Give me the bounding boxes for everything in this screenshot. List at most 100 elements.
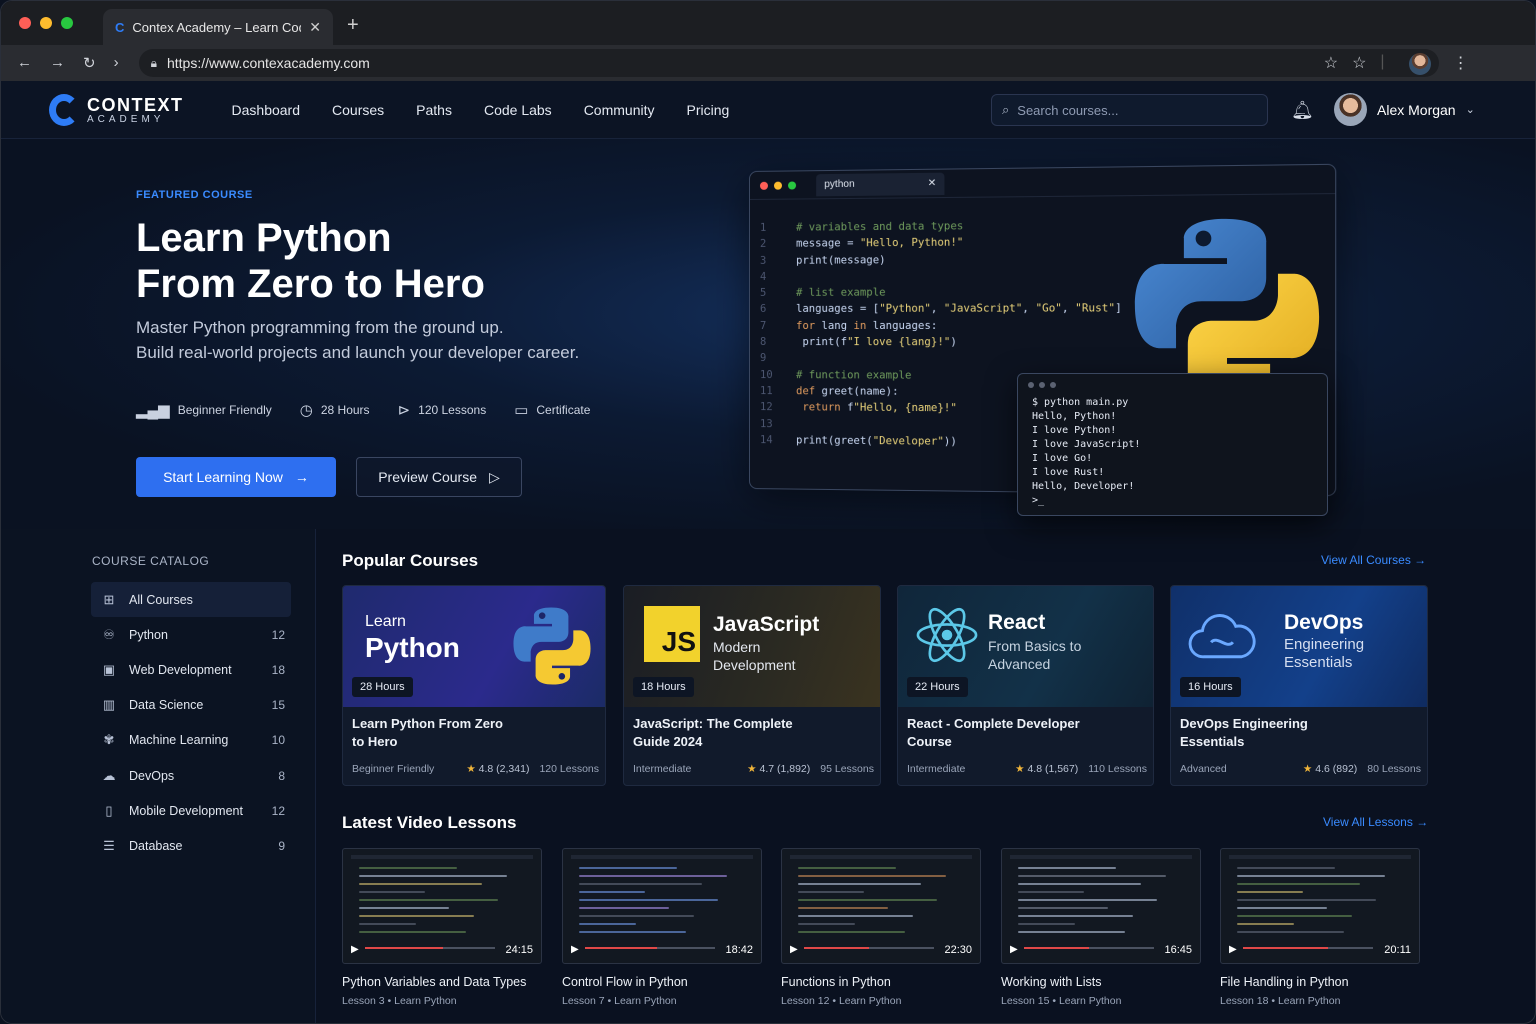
play-icon[interactable]: ▶ [571, 944, 579, 955]
sidebar-item-machine-learning[interactable]: ✾ Machine Learning 10 [91, 723, 291, 758]
sidebar-item-database[interactable]: ☰ Database 9 [91, 828, 291, 863]
clock-icon: ◷ [299, 402, 313, 419]
video-progress-bar[interactable] [585, 947, 715, 949]
play-icon[interactable]: ▶ [790, 944, 798, 955]
catalog-title: COURSE CATALOG [92, 554, 210, 568]
profile-avatar[interactable] [1408, 53, 1431, 75]
maximize-window-button[interactable] [61, 17, 73, 29]
sidebar-item-python[interactable]: ♾ Python 12 [91, 617, 291, 652]
hero-subtitle: Master Python programming from the groun… [136, 315, 656, 365]
close-tab-icon[interactable]: ✕ [309, 19, 321, 36]
nav-code-labs[interactable]: Code Labs [484, 102, 552, 118]
preview-line [1237, 867, 1336, 869]
nav-dashboard[interactable]: Dashboard [232, 102, 301, 118]
sidebar-item-count: 15 [271, 698, 285, 713]
sidebar-item-mobile-development[interactable]: ▯ Mobile Development 12 [91, 793, 291, 828]
nav-pricing[interactable]: Pricing [686, 102, 729, 118]
user-menu[interactable]: Alex Morgan ⌄ [1334, 93, 1475, 126]
preview-course-button[interactable]: Preview Course ▷ [356, 457, 522, 497]
video-thumbnail[interactable]: ▶ 22:30 [781, 848, 981, 964]
bookmarks-icon[interactable]: ☆ [1352, 53, 1366, 75]
course-lessons: 120 Lessons [539, 763, 599, 775]
video-progress-bar[interactable] [365, 947, 495, 949]
course-rating: ★ 4.8 (2,341) [466, 763, 529, 775]
course-card-devops[interactable]: DevOps Engineering Essentials 16 Hours D… [1170, 585, 1428, 786]
feature-label: Beginner Friendly [177, 403, 272, 417]
video-card[interactable]: ▶ 24:15 Python Variables and Data Types Les… [342, 848, 542, 1007]
sidebar-item-all-courses[interactable]: ⊞ All Courses [91, 582, 291, 618]
video-window-bar [351, 855, 533, 859]
nav-community[interactable]: Community [584, 102, 655, 118]
video-thumbnail[interactable]: ▶ 18:42 [562, 848, 762, 964]
more-menu-icon[interactable]: ⋮ [1453, 53, 1469, 73]
sidebar-item-data-science[interactable]: ▥ Data Science 15 [91, 688, 291, 723]
nav-courses[interactable]: Courses [332, 102, 384, 118]
bookmark-star-icon[interactable]: ☆ [1324, 53, 1338, 75]
preview-line [1237, 907, 1328, 909]
view-all-lessons-link[interactable]: View All Lessons → [1323, 815, 1428, 829]
video-subtitle: Lesson 7 • Learn Python [562, 995, 677, 1007]
video-thumbnail[interactable]: ▶ 24:15 [342, 848, 542, 964]
video-card[interactable]: ▶ 20:11 File Handling in Python Lesson 18 •… [1220, 848, 1420, 1007]
new-tab-button[interactable]: + [347, 14, 359, 37]
preview-line [798, 891, 864, 893]
play-icon[interactable]: ▶ [351, 944, 359, 955]
sidebar-item-label: All Courses [129, 592, 193, 607]
nav-paths[interactable]: Paths [416, 102, 452, 118]
video-title[interactable]: Python Variables and Data Types [342, 975, 542, 989]
minimize-window-button[interactable] [40, 17, 52, 29]
sidebar-item-devops[interactable]: ☁ DevOps 8 [91, 758, 291, 793]
chevron-right-icon[interactable]: › [114, 54, 119, 72]
browser-tab-bar: C Contex Academy – Learn Codin ✕ + [1, 1, 1535, 45]
close-window-button[interactable] [19, 17, 31, 29]
course-thumb: Learn Python 28 Hours [343, 586, 605, 707]
video-title[interactable]: Control Flow in Python [562, 975, 762, 989]
video-thumbnail[interactable]: ▶ 16:45 [1001, 848, 1201, 964]
video-thumbnail[interactable]: ▶ 20:11 [1220, 848, 1420, 964]
search-input[interactable] [1017, 102, 1238, 118]
course-card-javascript[interactable]: JS JavaScript Modern Development 18 Hour… [623, 585, 881, 786]
play-icon[interactable]: ▶ [1229, 944, 1237, 955]
view-all-courses-link[interactable]: View All Courses → [1321, 553, 1426, 567]
video-subtitle: Lesson 18 • Learn Python [1220, 995, 1341, 1007]
code-line: 8 print(f"I love {lang}!") [759, 336, 957, 349]
video-title[interactable]: File Handling in Python [1220, 975, 1420, 989]
thumb-line2: From Basics to Advanced [988, 638, 1082, 672]
course-level: Intermediate [907, 763, 966, 775]
address-bar[interactable]: 🔒︎ https://www.contexacademy.com ☆ ☆ | [138, 49, 1439, 77]
python-icon: ♾ [103, 626, 115, 642]
preview-line [579, 883, 702, 885]
search-icon: ⌕ [1002, 102, 1010, 117]
back-icon[interactable]: ← [17, 54, 32, 72]
preview-line [798, 915, 913, 917]
feature-level: ▂▄▆ Beginner Friendly [136, 401, 272, 419]
video-progress-bar[interactable] [1243, 947, 1373, 949]
code-line: 7 for lang in languages: [759, 319, 938, 332]
hero-features: ▂▄▆ Beginner Friendly ◷ 28 Hours ⊳ 120 Less… [136, 401, 590, 419]
course-card-python[interactable]: Learn Python 28 Hours Learn Python From … [342, 585, 606, 786]
video-progress-fill [1243, 947, 1328, 949]
bar-chart-icon: ▥ [102, 697, 116, 713]
editor-tab[interactable]: python ✕ [816, 172, 945, 196]
video-card[interactable]: ▶ 16:45 Working with Lists Lesson 15 • Lear… [1001, 848, 1201, 1007]
sidebar-item-web-development[interactable]: ▣ Web Development 18 [91, 652, 291, 687]
close-icon[interactable]: ✕ [928, 178, 937, 189]
video-progress-bar[interactable] [1024, 947, 1154, 949]
rating-value: 4.6 (892) [1315, 763, 1358, 775]
browser-tab[interactable]: C Contex Academy – Learn Codin ✕ [103, 9, 333, 45]
video-window-bar [1010, 855, 1192, 859]
play-icon[interactable]: ▶ [1010, 944, 1018, 955]
video-title[interactable]: Working with Lists [1001, 975, 1201, 989]
brain-icon: ✾ [103, 732, 115, 748]
preview-line [579, 875, 727, 877]
start-learning-button[interactable]: Start Learning Now → [136, 457, 336, 497]
reload-icon[interactable]: ↻ [83, 54, 96, 72]
course-card-react[interactable]: React From Basics to Advanced 22 Hours R… [897, 585, 1154, 786]
video-progress-bar[interactable] [804, 947, 934, 949]
notifications-bell-icon[interactable]: 🔔︎ [1291, 100, 1314, 121]
video-title[interactable]: Functions in Python [781, 975, 981, 989]
forward-icon[interactable]: → [50, 54, 65, 72]
video-card[interactable]: ▶ 22:30 Functions in Python Lesson 12 • Lea… [781, 848, 981, 1007]
logo[interactable]: CONTEXT ACADEMY [49, 93, 184, 126]
video-card[interactable]: ▶ 18:42 Control Flow in Python Lesson 7 • L… [562, 848, 762, 1007]
